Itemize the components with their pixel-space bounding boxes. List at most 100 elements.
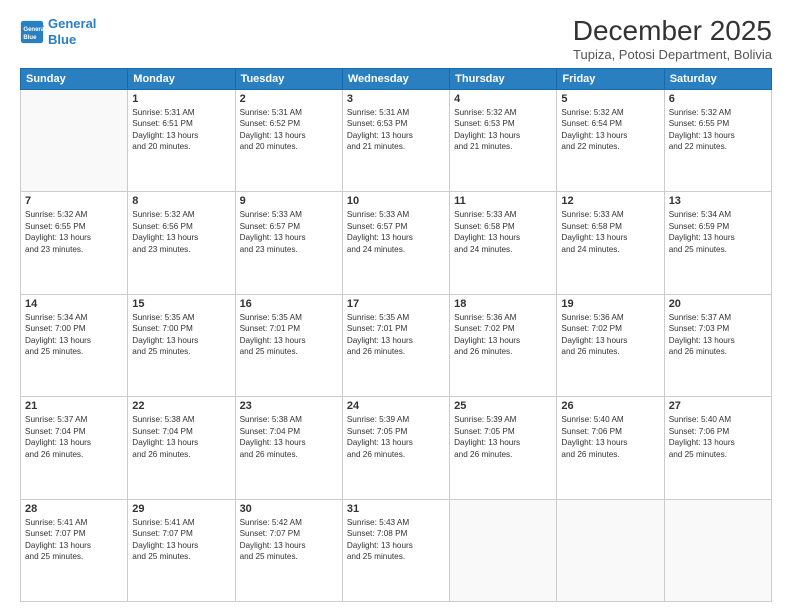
day-number: 29 [132, 503, 230, 515]
logo-line1: General [48, 16, 96, 31]
table-row: 11 Sunrise: 5:33 AM Sunset: 6:58 PM Dayli… [450, 192, 557, 294]
day-info: Sunrise: 5:38 AM Sunset: 7:04 PM Dayligh… [132, 414, 230, 460]
day-number: 22 [132, 400, 230, 412]
table-row: 10Sunrise: 5:33 AM Sunset: 6:57 PM Dayli… [342, 192, 449, 294]
table-row: 17 Sunrise: 5:35 AM Sunset: 7:01 PM Dayli… [342, 294, 449, 396]
day-number: 13 [669, 195, 767, 207]
location: Tupiza, Potosi Department, Bolivia [573, 47, 772, 62]
calendar-table: Sunday Monday Tuesday Wednesday Thursday… [20, 68, 772, 602]
day-number: 26 [561, 400, 659, 412]
day-info: Sunrise: 5:42 AM Sunset: 7:07 PM Dayligh… [240, 517, 338, 563]
table-row: 14Sunrise: 5:34 AM Sunset: 7:00 PM Dayli… [21, 294, 128, 396]
day-info: Sunrise: 5:40 AM Sunset: 7:06 PM Dayligh… [561, 414, 659, 460]
day-number: 3 [347, 93, 445, 105]
table-row: 15 Sunrise: 5:35 AM Sunset: 7:00 PM Dayli… [128, 294, 235, 396]
calendar-header-row: Sunday Monday Tuesday Wednesday Thursday… [21, 68, 772, 89]
day-info: Sunrise: 5:36 AM Sunset: 7:02 PM Dayligh… [454, 312, 552, 358]
day-number: 14 [25, 298, 123, 310]
table-row: 23Sunrise: 5:38 AM Sunset: 7:04 PM Dayli… [235, 397, 342, 499]
title-block: December 2025 Tupiza, Potosi Department,… [573, 16, 772, 62]
day-info: Sunrise: 5:36 AM Sunset: 7:02 PM Dayligh… [561, 312, 659, 358]
calendar-row: 1Sunrise: 5:31 AM Sunset: 6:51 PM Daylig… [21, 89, 772, 191]
col-friday: Friday [557, 68, 664, 89]
day-info: Sunrise: 5:32 AM Sunset: 6:54 PM Dayligh… [561, 107, 659, 153]
day-number: 6 [669, 93, 767, 105]
table-row: 16 Sunrise: 5:35 AM Sunset: 7:01 PM Dayli… [235, 294, 342, 396]
day-info: Sunrise: 5:41 AM Sunset: 7:07 PM Dayligh… [132, 517, 230, 563]
table-row: 25 Sunrise: 5:39 AM Sunset: 7:05 PM Dayli… [450, 397, 557, 499]
table-row: 27Sunrise: 5:40 AM Sunset: 7:06 PM Dayli… [664, 397, 771, 499]
day-info: Sunrise: 5:32 AM Sunset: 6:55 PM Dayligh… [669, 107, 767, 153]
day-info: Sunrise: 5:43 AM Sunset: 7:08 PM Dayligh… [347, 517, 445, 563]
day-info: Sunrise: 5:35 AM Sunset: 7:01 PM Dayligh… [347, 312, 445, 358]
day-number: 24 [347, 400, 445, 412]
table-row: 24 Sunrise: 5:39 AM Sunset: 7:05 PM Dayli… [342, 397, 449, 499]
table-row: 21 Sunrise: 5:37 AM Sunset: 7:04 PM Dayli… [21, 397, 128, 499]
day-number: 12 [561, 195, 659, 207]
col-sunday: Sunday [21, 68, 128, 89]
day-info: Sunrise: 5:39 AM Sunset: 7:05 PM Dayligh… [454, 414, 552, 460]
day-info: Sunrise: 5:35 AM Sunset: 7:00 PM Dayligh… [132, 312, 230, 358]
day-info: Sunrise: 5:33 AM Sunset: 6:57 PM Dayligh… [240, 209, 338, 255]
table-row [664, 499, 771, 601]
day-number: 20 [669, 298, 767, 310]
table-row: 30 Sunrise: 5:42 AM Sunset: 7:07 PM Dayli… [235, 499, 342, 601]
col-monday: Monday [128, 68, 235, 89]
day-info: Sunrise: 5:33 AM Sunset: 6:58 PM Dayligh… [454, 209, 552, 255]
calendar-page: General Blue General Blue December 2025 … [0, 0, 792, 612]
day-number: 4 [454, 93, 552, 105]
day-info: Sunrise: 5:33 AM Sunset: 6:58 PM Dayligh… [561, 209, 659, 255]
table-row: 19Sunrise: 5:36 AM Sunset: 7:02 PM Dayli… [557, 294, 664, 396]
table-row: 18 Sunrise: 5:36 AM Sunset: 7:02 PM Dayli… [450, 294, 557, 396]
day-number: 9 [240, 195, 338, 207]
day-number: 30 [240, 503, 338, 515]
day-info: Sunrise: 5:31 AM Sunset: 6:53 PM Dayligh… [347, 107, 445, 153]
day-number: 16 [240, 298, 338, 310]
svg-text:General: General [23, 27, 44, 33]
day-number: 2 [240, 93, 338, 105]
table-row: 28 Sunrise: 5:41 AM Sunset: 7:07 PM Dayli… [21, 499, 128, 601]
table-row [450, 499, 557, 601]
table-row: 20 Sunrise: 5:37 AM Sunset: 7:03 PM Dayli… [664, 294, 771, 396]
table-row: 29 Sunrise: 5:41 AM Sunset: 7:07 PM Dayli… [128, 499, 235, 601]
day-number: 21 [25, 400, 123, 412]
logo: General Blue General Blue [20, 16, 96, 47]
day-info: Sunrise: 5:40 AM Sunset: 7:06 PM Dayligh… [669, 414, 767, 460]
day-number: 25 [454, 400, 552, 412]
col-thursday: Thursday [450, 68, 557, 89]
table-row: 31 Sunrise: 5:43 AM Sunset: 7:08 PM Dayli… [342, 499, 449, 601]
day-info: Sunrise: 5:37 AM Sunset: 7:03 PM Dayligh… [669, 312, 767, 358]
day-info: Sunrise: 5:35 AM Sunset: 7:01 PM Dayligh… [240, 312, 338, 358]
table-row: 6 Sunrise: 5:32 AM Sunset: 6:55 PM Daylig… [664, 89, 771, 191]
day-info: Sunrise: 5:34 AM Sunset: 6:59 PM Dayligh… [669, 209, 767, 255]
table-row: 4Sunrise: 5:32 AM Sunset: 6:53 PM Daylig… [450, 89, 557, 191]
day-number: 15 [132, 298, 230, 310]
day-info: Sunrise: 5:39 AM Sunset: 7:05 PM Dayligh… [347, 414, 445, 460]
day-info: Sunrise: 5:37 AM Sunset: 7:04 PM Dayligh… [25, 414, 123, 460]
day-info: Sunrise: 5:33 AM Sunset: 6:57 PM Dayligh… [347, 209, 445, 255]
calendar-row: 28 Sunrise: 5:41 AM Sunset: 7:07 PM Dayli… [21, 499, 772, 601]
table-row: 26 Sunrise: 5:40 AM Sunset: 7:06 PM Dayli… [557, 397, 664, 499]
day-number: 8 [132, 195, 230, 207]
header: General Blue General Blue December 2025 … [20, 16, 772, 62]
day-number: 11 [454, 195, 552, 207]
table-row [557, 499, 664, 601]
day-number: 31 [347, 503, 445, 515]
table-row: 2 Sunrise: 5:31 AM Sunset: 6:52 PM Daylig… [235, 89, 342, 191]
day-number: 7 [25, 195, 123, 207]
table-row: 7Sunrise: 5:32 AM Sunset: 6:55 PM Daylig… [21, 192, 128, 294]
logo-text: General Blue [48, 16, 96, 47]
table-row: 5Sunrise: 5:32 AM Sunset: 6:54 PM Daylig… [557, 89, 664, 191]
calendar-row: 21 Sunrise: 5:37 AM Sunset: 7:04 PM Dayli… [21, 397, 772, 499]
day-info: Sunrise: 5:31 AM Sunset: 6:52 PM Dayligh… [240, 107, 338, 153]
col-saturday: Saturday [664, 68, 771, 89]
day-number: 18 [454, 298, 552, 310]
day-number: 17 [347, 298, 445, 310]
day-info: Sunrise: 5:41 AM Sunset: 7:07 PM Dayligh… [25, 517, 123, 563]
calendar-row: 7Sunrise: 5:32 AM Sunset: 6:55 PM Daylig… [21, 192, 772, 294]
day-number: 28 [25, 503, 123, 515]
col-wednesday: Wednesday [342, 68, 449, 89]
day-number: 1 [132, 93, 230, 105]
logo-line2: Blue [48, 32, 76, 47]
table-row: 13 Sunrise: 5:34 AM Sunset: 6:59 PM Dayli… [664, 192, 771, 294]
